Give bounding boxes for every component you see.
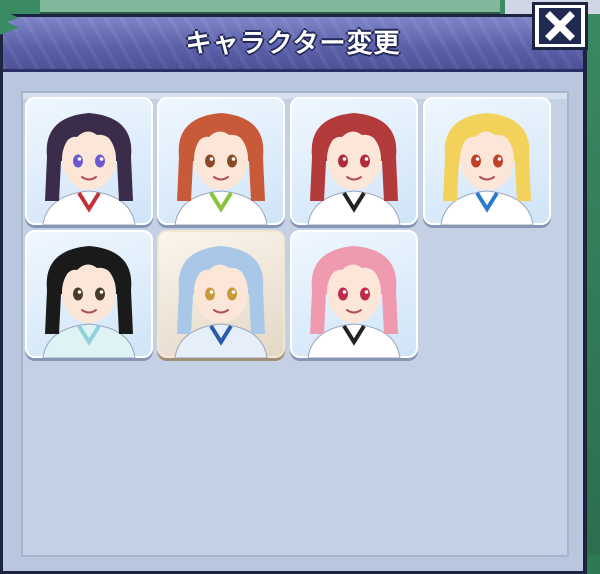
character-portrait-icon bbox=[307, 113, 401, 225]
dialog-header: キャラクター変更 bbox=[3, 17, 583, 72]
background-tab bbox=[40, 0, 500, 14]
character-portrait-icon bbox=[307, 246, 401, 358]
dialog-title: キャラクター変更 bbox=[185, 29, 401, 59]
character-card[interactable] bbox=[290, 230, 418, 358]
character-card[interactable] bbox=[157, 97, 285, 225]
character-card[interactable] bbox=[290, 97, 418, 225]
character-card[interactable] bbox=[157, 230, 285, 358]
character-portrait-icon bbox=[42, 113, 136, 225]
character-card[interactable] bbox=[25, 230, 153, 358]
character-portrait-icon bbox=[440, 113, 534, 225]
character-portrait-icon bbox=[174, 246, 268, 358]
close-button[interactable] bbox=[532, 2, 588, 50]
character-portrait-icon bbox=[42, 246, 136, 358]
character-portrait-icon bbox=[174, 113, 268, 225]
close-icon bbox=[545, 11, 575, 41]
close-button-inner bbox=[539, 8, 581, 44]
character-card[interactable] bbox=[25, 97, 153, 225]
character-card[interactable] bbox=[423, 97, 551, 225]
